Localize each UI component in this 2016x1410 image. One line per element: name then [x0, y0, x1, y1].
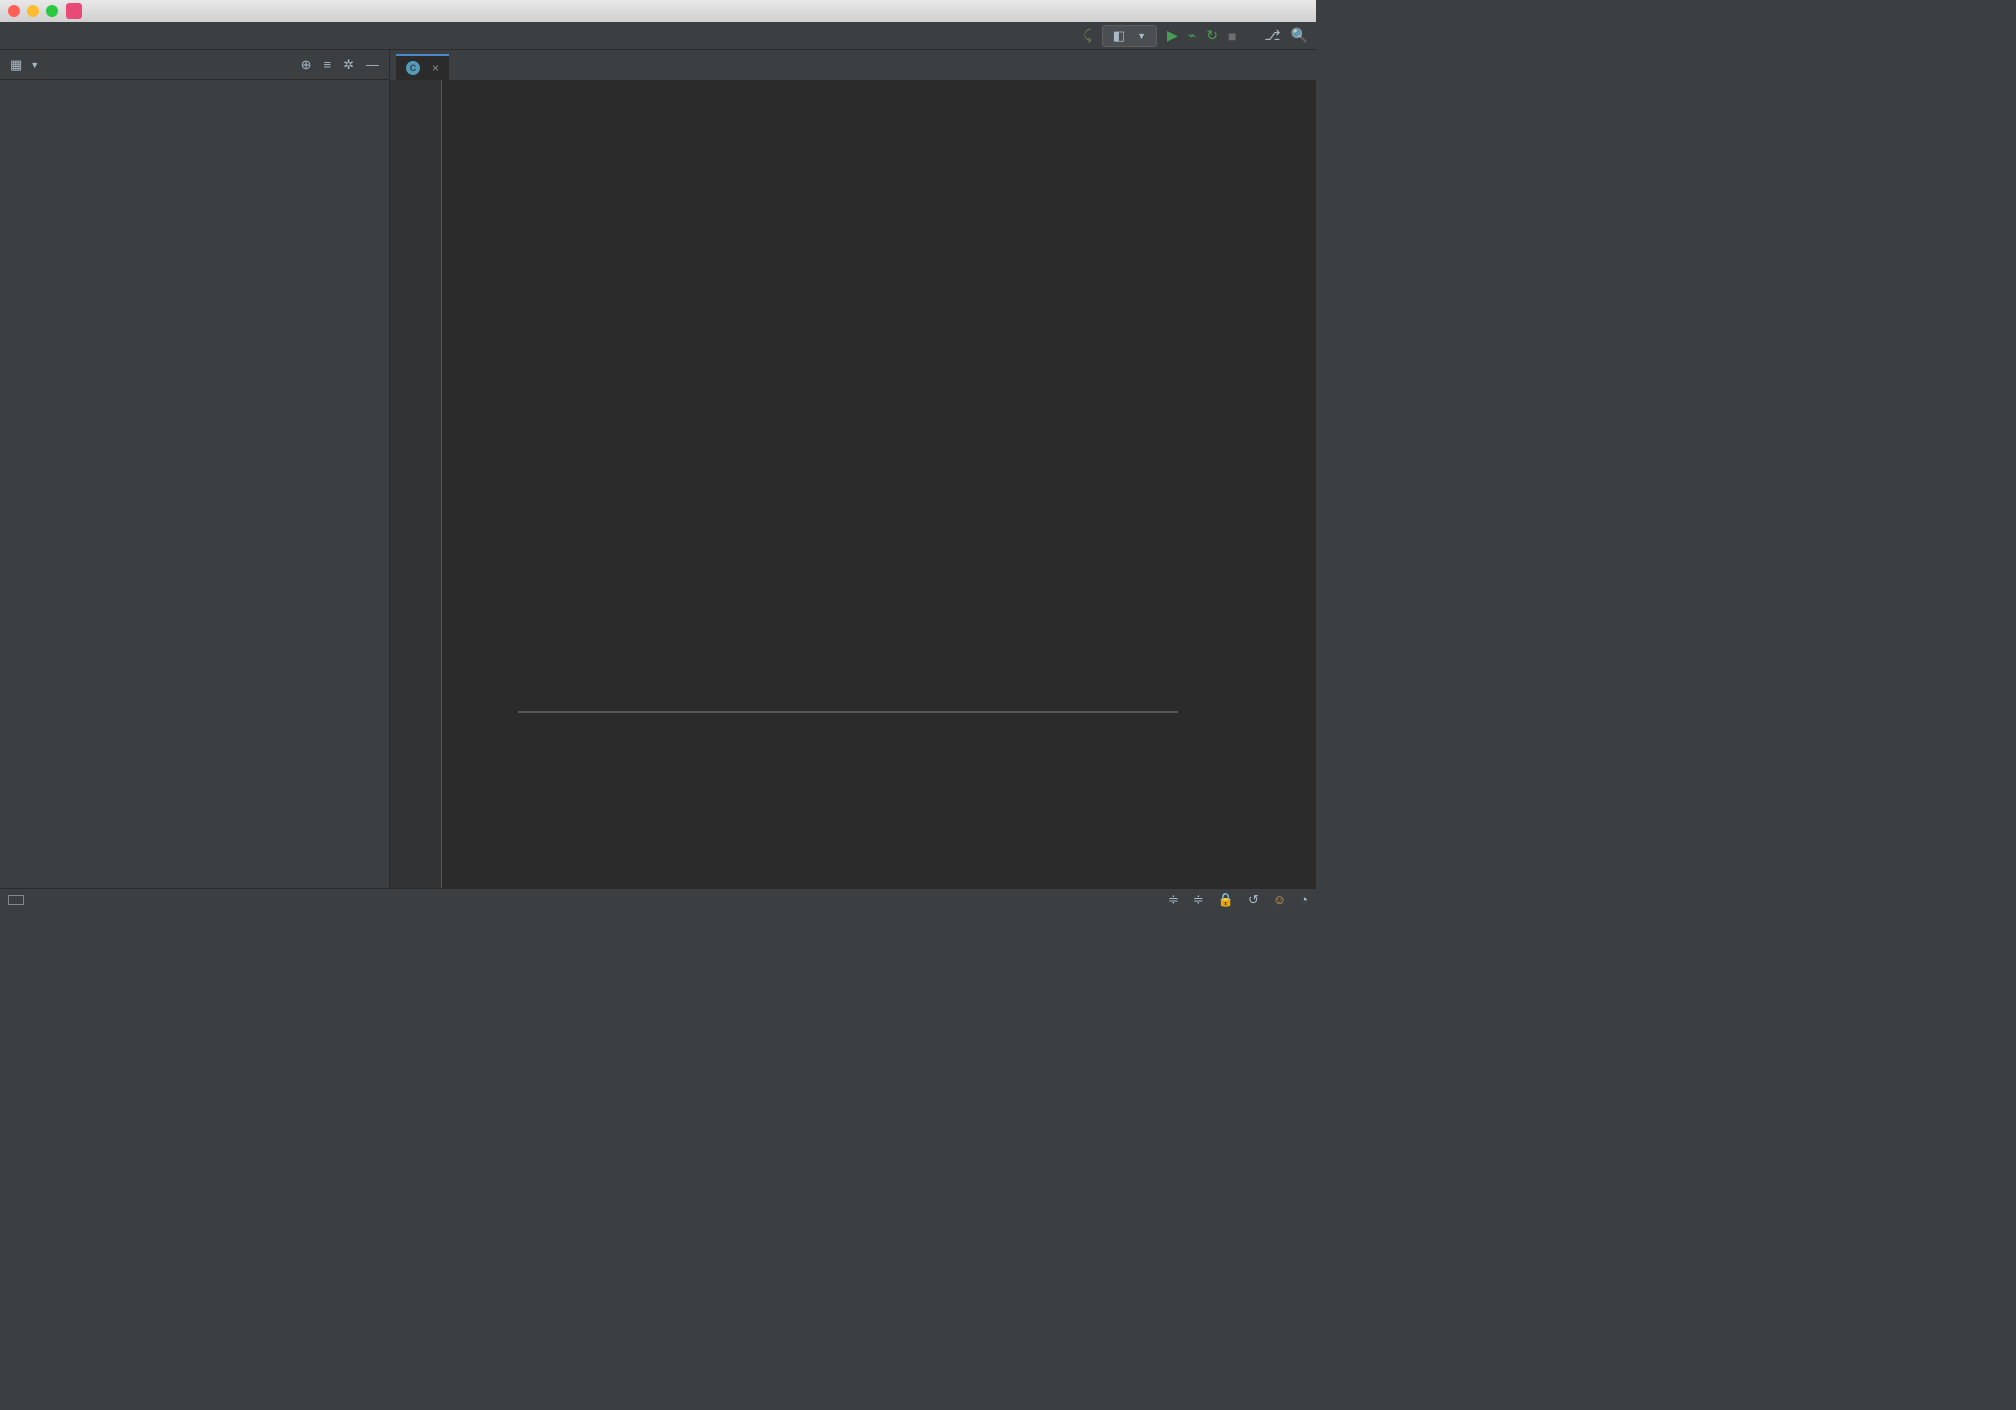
- project-tool-title[interactable]: ▦ ▼: [10, 57, 39, 73]
- stop-icon[interactable]: ■: [1228, 28, 1236, 44]
- status-bar: ≑ ≑ 🔒 ↺ ☺ ◔: [0, 888, 1316, 910]
- run-with-coverage-icon[interactable]: ↻: [1206, 27, 1218, 44]
- build-hammer-icon[interactable]: ⤹: [1083, 27, 1091, 44]
- encoding[interactable]: ≑: [1193, 892, 1204, 908]
- fullscreen-window-button[interactable]: [46, 5, 58, 17]
- project-sidebar: ▦ ▼ ⊕ ≡ ✲ —: [0, 50, 390, 888]
- run-config-select[interactable]: ◧ ▼: [1102, 25, 1157, 47]
- intellij-icon: ◧: [1113, 28, 1125, 44]
- run-icon[interactable]: ▶: [1167, 27, 1178, 44]
- project-tree[interactable]: [0, 80, 389, 888]
- lock-icon[interactable]: 🔒: [1218, 892, 1234, 908]
- chevron-down-icon: ▼: [30, 60, 39, 70]
- scroll-to-source-icon[interactable]: ⊕: [301, 57, 312, 73]
- line-separator[interactable]: ≑: [1168, 892, 1179, 908]
- gear-icon[interactable]: ✲: [343, 57, 354, 73]
- minimize-window-button[interactable]: [27, 5, 39, 17]
- close-tab-icon[interactable]: ×: [432, 61, 439, 75]
- box-icon: ▦: [10, 57, 22, 73]
- tool-windows-toggle-icon[interactable]: [8, 895, 24, 905]
- class-file-icon: C: [406, 61, 420, 75]
- search-everywhere-icon[interactable]: 🔍: [1291, 27, 1308, 44]
- memory-icon[interactable]: ◔: [1300, 892, 1308, 907]
- titlebar: [0, 0, 1316, 22]
- close-window-button[interactable]: [8, 5, 20, 17]
- hide-tool-icon[interactable]: —: [366, 57, 379, 73]
- code-completion-popup[interactable]: [518, 711, 1178, 713]
- editor-tab[interactable]: C ×: [396, 54, 449, 80]
- breadcrumb-toolbar: ⤹ ◧ ▼ ▶ ⌁ ↻ ■ ⎇ 🔍: [0, 22, 1316, 50]
- chevron-down-icon: ▼: [1137, 31, 1146, 41]
- git-icon[interactable]: ⎇: [1264, 27, 1280, 44]
- debug-icon[interactable]: ⌁: [1188, 27, 1196, 44]
- collapse-all-icon[interactable]: ≡: [324, 57, 332, 73]
- editor-tabs: C ×: [390, 50, 1316, 80]
- hector-icon[interactable]: ☺: [1273, 892, 1286, 907]
- code-editor[interactable]: [390, 80, 1316, 888]
- app-icon: [66, 3, 82, 19]
- editor-area: C ×: [390, 50, 1316, 888]
- sync-icon[interactable]: ↺: [1248, 892, 1259, 908]
